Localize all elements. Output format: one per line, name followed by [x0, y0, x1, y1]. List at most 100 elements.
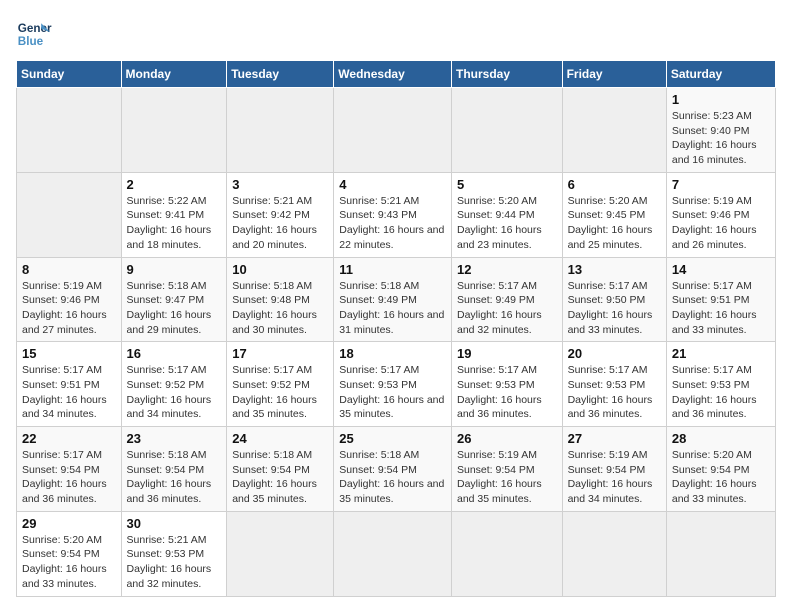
day-info: Sunrise: 5:20 AMSunset: 9:54 PMDaylight:… — [22, 534, 107, 590]
day-number: 15 — [22, 346, 116, 361]
day-number: 9 — [127, 262, 222, 277]
day-info: Sunrise: 5:17 AMSunset: 9:50 PMDaylight:… — [568, 280, 653, 336]
svg-text:Blue: Blue — [18, 35, 44, 48]
calendar-cell: 10 Sunrise: 5:18 AMSunset: 9:48 PMDayligh… — [227, 257, 334, 342]
calendar-cell — [17, 172, 122, 257]
logo-icon: General Blue — [16, 16, 52, 52]
calendar-cell: 27 Sunrise: 5:19 AMSunset: 9:54 PMDayligh… — [562, 427, 666, 512]
calendar-cell — [334, 88, 452, 173]
day-info: Sunrise: 5:17 AMSunset: 9:53 PMDaylight:… — [339, 364, 444, 420]
calendar-cell: 26 Sunrise: 5:19 AMSunset: 9:54 PMDayligh… — [451, 427, 562, 512]
day-number: 20 — [568, 346, 661, 361]
calendar-cell: 21 Sunrise: 5:17 AMSunset: 9:53 PMDayligh… — [666, 342, 775, 427]
day-info: Sunrise: 5:17 AMSunset: 9:54 PMDaylight:… — [22, 449, 107, 505]
calendar-cell: 19 Sunrise: 5:17 AMSunset: 9:53 PMDayligh… — [451, 342, 562, 427]
day-info: Sunrise: 5:19 AMSunset: 9:54 PMDaylight:… — [457, 449, 542, 505]
day-info: Sunrise: 5:18 AMSunset: 9:54 PMDaylight:… — [232, 449, 317, 505]
day-number: 18 — [339, 346, 446, 361]
calendar-cell: 30 Sunrise: 5:21 AMSunset: 9:53 PMDayligh… — [121, 511, 227, 596]
calendar-cell: 12 Sunrise: 5:17 AMSunset: 9:49 PMDayligh… — [451, 257, 562, 342]
day-number: 21 — [672, 346, 770, 361]
day-number: 24 — [232, 431, 328, 446]
calendar-cell: 14Sunrise: 5:17 AMSunset: 9:51 PMDayligh… — [666, 257, 775, 342]
day-info: Sunrise: 5:17 AMSunset: 9:52 PMDaylight:… — [232, 364, 317, 420]
day-number: 1 — [672, 92, 770, 107]
day-number: 22 — [22, 431, 116, 446]
calendar-cell: 17 Sunrise: 5:17 AMSunset: 9:52 PMDayligh… — [227, 342, 334, 427]
calendar-cell — [562, 88, 666, 173]
calendar-cell: 3Sunrise: 5:21 AMSunset: 9:42 PMDaylight… — [227, 172, 334, 257]
day-info: Sunrise: 5:21 AMSunset: 9:43 PMDaylight:… — [339, 195, 444, 251]
column-header-friday: Friday — [562, 61, 666, 88]
day-info: Sunrise: 5:17 AMSunset: 9:51 PMDaylight:… — [22, 364, 107, 420]
day-info: Sunrise: 5:17 AMSunset: 9:53 PMDaylight:… — [457, 364, 542, 420]
day-info: Sunrise: 5:19 AMSunset: 9:46 PMDaylight:… — [672, 195, 757, 251]
day-info: Sunrise: 5:21 AMSunset: 9:53 PMDaylight:… — [127, 534, 212, 590]
column-header-saturday: Saturday — [666, 61, 775, 88]
day-number: 5 — [457, 177, 557, 192]
day-number: 10 — [232, 262, 328, 277]
calendar-cell: 22 Sunrise: 5:17 AMSunset: 9:54 PMDayligh… — [17, 427, 122, 512]
day-info: Sunrise: 5:18 AMSunset: 9:54 PMDaylight:… — [339, 449, 444, 505]
day-info: Sunrise: 5:17 AMSunset: 9:51 PMDaylight:… — [672, 280, 757, 336]
day-number: 25 — [339, 431, 446, 446]
day-number: 2 — [127, 177, 222, 192]
day-info: Sunrise: 5:19 AMSunset: 9:46 PMDaylight:… — [22, 280, 107, 336]
day-number: 26 — [457, 431, 557, 446]
day-number: 30 — [127, 516, 222, 531]
calendar-cell: 23Sunrise: 5:18 AMSunset: 9:54 PMDayligh… — [121, 427, 227, 512]
day-number: 19 — [457, 346, 557, 361]
calendar-cell: 29 Sunrise: 5:20 AMSunset: 9:54 PMDayligh… — [17, 511, 122, 596]
calendar-cell: 1 Sunrise: 5:23 AMSunset: 9:40 PMDaylight… — [666, 88, 775, 173]
day-number: 12 — [457, 262, 557, 277]
day-number: 8 — [22, 262, 116, 277]
calendar-cell — [227, 511, 334, 596]
calendar-cell: 8 Sunrise: 5:19 AMSunset: 9:46 PMDaylight… — [17, 257, 122, 342]
column-header-monday: Monday — [121, 61, 227, 88]
day-info: Sunrise: 5:17 AMSunset: 9:49 PMDaylight:… — [457, 280, 542, 336]
svg-text:General: General — [18, 22, 52, 35]
calendar-cell: 9 Sunrise: 5:18 AMSunset: 9:47 PMDaylight… — [121, 257, 227, 342]
day-info: Sunrise: 5:22 AMSunset: 9:41 PMDaylight:… — [127, 195, 212, 251]
calendar-cell: 25 Sunrise: 5:18 AMSunset: 9:54 PMDayligh… — [334, 427, 452, 512]
calendar-cell — [666, 511, 775, 596]
day-info: Sunrise: 5:19 AMSunset: 9:54 PMDaylight:… — [568, 449, 653, 505]
day-info: Sunrise: 5:17 AMSunset: 9:53 PMDaylight:… — [568, 364, 653, 420]
calendar-cell: 15 Sunrise: 5:17 AMSunset: 9:51 PMDayligh… — [17, 342, 122, 427]
day-info: Sunrise: 5:20 AMSunset: 9:45 PMDaylight:… — [568, 195, 653, 251]
day-info: Sunrise: 5:23 AMSunset: 9:40 PMDaylight:… — [672, 110, 757, 166]
day-number: 23 — [127, 431, 222, 446]
calendar-cell: 11 Sunrise: 5:18 AMSunset: 9:49 PMDayligh… — [334, 257, 452, 342]
calendar-cell — [451, 88, 562, 173]
column-header-sunday: Sunday — [17, 61, 122, 88]
day-info: Sunrise: 5:20 AMSunset: 9:44 PMDaylight:… — [457, 195, 542, 251]
calendar-cell — [227, 88, 334, 173]
calendar-cell — [121, 88, 227, 173]
day-number: 17 — [232, 346, 328, 361]
logo: General Blue — [16, 16, 52, 52]
day-info: Sunrise: 5:18 AMSunset: 9:48 PMDaylight:… — [232, 280, 317, 336]
day-number: 13 — [568, 262, 661, 277]
column-header-wednesday: Wednesday — [334, 61, 452, 88]
day-number: 6 — [568, 177, 661, 192]
day-info: Sunrise: 5:17 AMSunset: 9:52 PMDaylight:… — [127, 364, 212, 420]
day-number: 27 — [568, 431, 661, 446]
calendar-cell — [562, 511, 666, 596]
day-number: 4 — [339, 177, 446, 192]
day-info: Sunrise: 5:18 AMSunset: 9:47 PMDaylight:… — [127, 280, 212, 336]
calendar-cell: 16 Sunrise: 5:17 AMSunset: 9:52 PMDayligh… — [121, 342, 227, 427]
day-number: 29 — [22, 516, 116, 531]
calendar-cell: 18 Sunrise: 5:17 AMSunset: 9:53 PMDayligh… — [334, 342, 452, 427]
day-number: 7 — [672, 177, 770, 192]
day-info: Sunrise: 5:17 AMSunset: 9:53 PMDaylight:… — [672, 364, 757, 420]
calendar-table: SundayMondayTuesdayWednesdayThursdayFrid… — [16, 60, 776, 597]
calendar-cell: 5 Sunrise: 5:20 AMSunset: 9:44 PMDaylight… — [451, 172, 562, 257]
day-info: Sunrise: 5:20 AMSunset: 9:54 PMDaylight:… — [672, 449, 757, 505]
day-number: 11 — [339, 262, 446, 277]
day-number: 16 — [127, 346, 222, 361]
calendar-cell — [451, 511, 562, 596]
calendar-cell: 6 Sunrise: 5:20 AMSunset: 9:45 PMDaylight… — [562, 172, 666, 257]
day-info: Sunrise: 5:18 AMSunset: 9:49 PMDaylight:… — [339, 280, 444, 336]
day-info: Sunrise: 5:21 AMSunset: 9:42 PMDaylight:… — [232, 195, 317, 251]
calendar-cell: 28Sunrise: 5:20 AMSunset: 9:54 PMDayligh… — [666, 427, 775, 512]
